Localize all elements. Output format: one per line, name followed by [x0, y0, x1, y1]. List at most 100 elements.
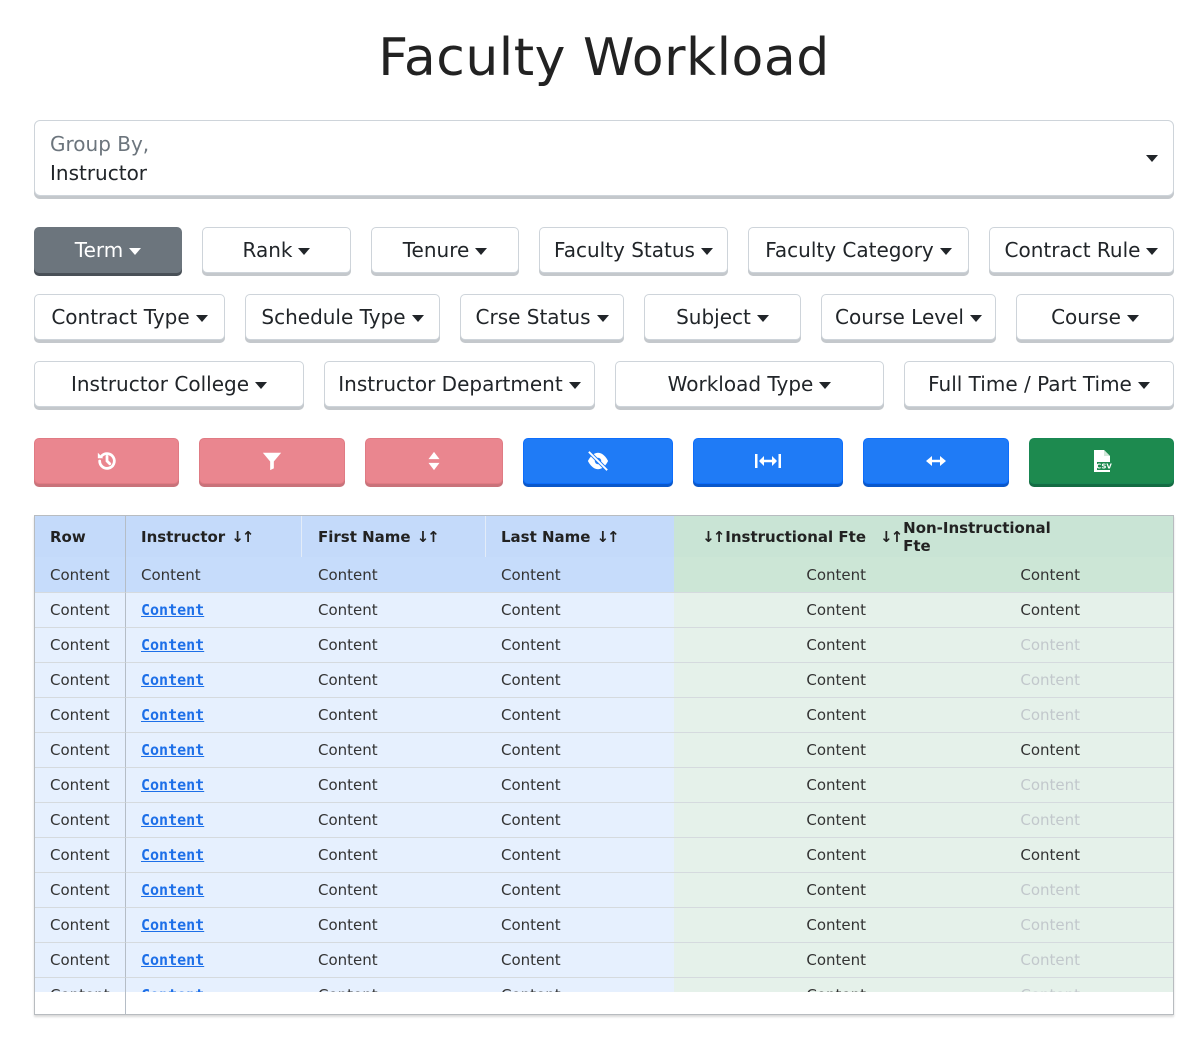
table-row: Content Content Content Content Content Conte… — [35, 733, 1173, 768]
cell-first-name: Content — [302, 698, 486, 733]
caret-down-icon — [700, 247, 713, 255]
full-part-time-filter-label: Full Time / Part Time — [928, 372, 1132, 396]
subject-filter-button[interactable]: Subject — [644, 294, 801, 340]
cell-filler — [1126, 768, 1173, 803]
instructor-link[interactable]: Content — [141, 601, 204, 619]
cell-filler — [1126, 943, 1173, 978]
sort-arrows-icon[interactable]: ↓↑ — [231, 528, 254, 546]
instructor-department-filter-label: Instructor Department — [338, 372, 563, 396]
course-filter-button[interactable]: Course — [1016, 294, 1174, 340]
sort-icon — [428, 451, 440, 471]
cell-first-name: Content — [302, 557, 486, 593]
cell-last-name-value: Content — [501, 671, 561, 689]
grid-header-row: Row Instructor ↓↑ First Name ↓↑ Last Name ↓… — [35, 516, 1173, 557]
instructor-link[interactable]: Content — [141, 706, 204, 724]
instructor-link[interactable]: Content — [141, 636, 204, 654]
table-row: Content Content Content Content Content Conte… — [35, 628, 1173, 663]
header-row[interactable]: Row — [35, 516, 126, 557]
instructor-link[interactable]: Content — [141, 741, 204, 759]
cell-filler — [1126, 663, 1173, 698]
crse-status-filter-button[interactable]: Crse Status — [460, 294, 624, 340]
fit-columns-button[interactable] — [693, 438, 843, 484]
clear-sort-button[interactable] — [365, 438, 503, 484]
term-filter-button[interactable]: Term — [34, 227, 182, 273]
cell-instructional-fte-value: Content — [806, 636, 866, 654]
sort-arrows-icon[interactable]: ↓↑ — [702, 528, 725, 546]
cell-instructional-fte: Content — [674, 733, 880, 768]
cell-non-instructional-fte-value: Content — [1020, 636, 1080, 654]
cell-instructional-fte-value: Content — [806, 881, 866, 899]
full-part-time-filter-button[interactable]: Full Time / Part Time — [904, 361, 1174, 407]
header-non-instructional-fte[interactable]: ↓↑ Non-Instructional Fte — [880, 516, 1126, 557]
cell-first-name: Content — [302, 943, 486, 978]
cell-row: Content — [35, 698, 126, 733]
rank-filter-button[interactable]: Rank — [202, 227, 351, 273]
faculty-status-filter-button[interactable]: Faculty Status — [539, 227, 728, 273]
header-last-name[interactable]: Last Name ↓↑ — [486, 516, 674, 557]
cell-instructional-fte: Content — [674, 873, 880, 908]
instructor-link[interactable]: Content — [141, 951, 204, 969]
instructor-link[interactable]: Content — [141, 881, 204, 899]
cell-non-instructional-fte-value: Content — [1020, 741, 1080, 759]
expand-columns-button[interactable] — [863, 438, 1009, 484]
cell-row: Content — [35, 628, 126, 663]
cell-row: Content — [35, 943, 126, 978]
cell-non-instructional-fte: Content — [880, 593, 1126, 628]
contract-rule-filter-button[interactable]: Contract Rule — [989, 227, 1174, 273]
workload-type-filter-button[interactable]: Workload Type — [615, 361, 884, 407]
hide-columns-button[interactable] — [523, 438, 673, 484]
course-level-filter-button[interactable]: Course Level — [821, 294, 996, 340]
instructor-link[interactable]: Content — [141, 776, 204, 794]
instructor-link[interactable]: Content — [141, 916, 204, 934]
export-csv-button[interactable]: CSV — [1029, 438, 1174, 484]
cell-first-name: Content — [302, 908, 486, 943]
tenure-filter-button[interactable]: Tenure — [371, 227, 519, 273]
cell-last-name: Content — [486, 593, 674, 628]
cell-non-instructional-fte: Content — [880, 733, 1126, 768]
cell-row: Content — [35, 663, 126, 698]
header-first-name[interactable]: First Name ↓↑ — [302, 516, 486, 557]
instructor-link[interactable]: Content — [141, 846, 204, 864]
cell-non-instructional-fte-value: Content — [1020, 776, 1080, 794]
header-instructor-label: Instructor — [141, 527, 226, 546]
cell-row-value: Content — [50, 951, 110, 969]
cell-row: Content — [35, 838, 126, 873]
page-title: Faculty Workload — [378, 28, 830, 88]
cell-instructional-fte-value: Content — [806, 951, 866, 969]
cell-instructor: Content — [126, 733, 302, 768]
clear-filters-button[interactable] — [199, 438, 345, 484]
group-by-select[interactable]: Group By, Instructor — [34, 120, 1174, 196]
cell-last-name: Content — [486, 628, 674, 663]
cell-last-name: Content — [486, 733, 674, 768]
caret-down-icon — [596, 314, 609, 322]
header-instructor[interactable]: Instructor ↓↑ — [126, 516, 302, 557]
cell-first-name: Content — [302, 628, 486, 663]
header-filler — [1126, 516, 1173, 557]
cell-row-value: Content — [50, 565, 110, 584]
table-row: Content Content Content Content Content Conte… — [35, 768, 1173, 803]
schedule-type-filter-label: Schedule Type — [261, 305, 406, 329]
schedule-type-filter-button[interactable]: Schedule Type — [245, 294, 440, 340]
caret-down-icon — [255, 381, 267, 389]
cell-last-name-value: Content — [501, 565, 561, 584]
instructor-link[interactable]: Content — [141, 671, 204, 689]
header-instructional-fte[interactable]: ↓↑ Instructional Fte — [674, 516, 880, 557]
cell-first-name-value: Content — [318, 811, 378, 829]
cell-last-name-value: Content — [501, 741, 561, 759]
subject-filter-label: Subject — [676, 305, 751, 329]
contract-type-filter-button[interactable]: Contract Type — [34, 294, 225, 340]
tenure-filter-label: Tenure — [402, 238, 470, 262]
cell-instructional-fte-value: Content — [806, 846, 866, 864]
cell-last-name-value: Content — [501, 706, 561, 724]
reset-history-button[interactable] — [34, 438, 179, 484]
cell-filler — [1126, 593, 1173, 628]
sort-arrows-icon[interactable]: ↓↑ — [880, 528, 903, 546]
sort-arrows-icon[interactable]: ↓↑ — [596, 528, 619, 546]
instructor-department-filter-button[interactable]: Instructor Department — [324, 361, 595, 407]
faculty-category-filter-button[interactable]: Faculty Category — [748, 227, 969, 273]
instructor-link[interactable]: Content — [141, 811, 204, 829]
sort-arrows-icon[interactable]: ↓↑ — [417, 528, 440, 546]
faculty-status-filter-label: Faculty Status — [554, 238, 695, 262]
instructor-college-filter-button[interactable]: Instructor College — [34, 361, 304, 407]
header-row-label: Row — [50, 527, 86, 546]
